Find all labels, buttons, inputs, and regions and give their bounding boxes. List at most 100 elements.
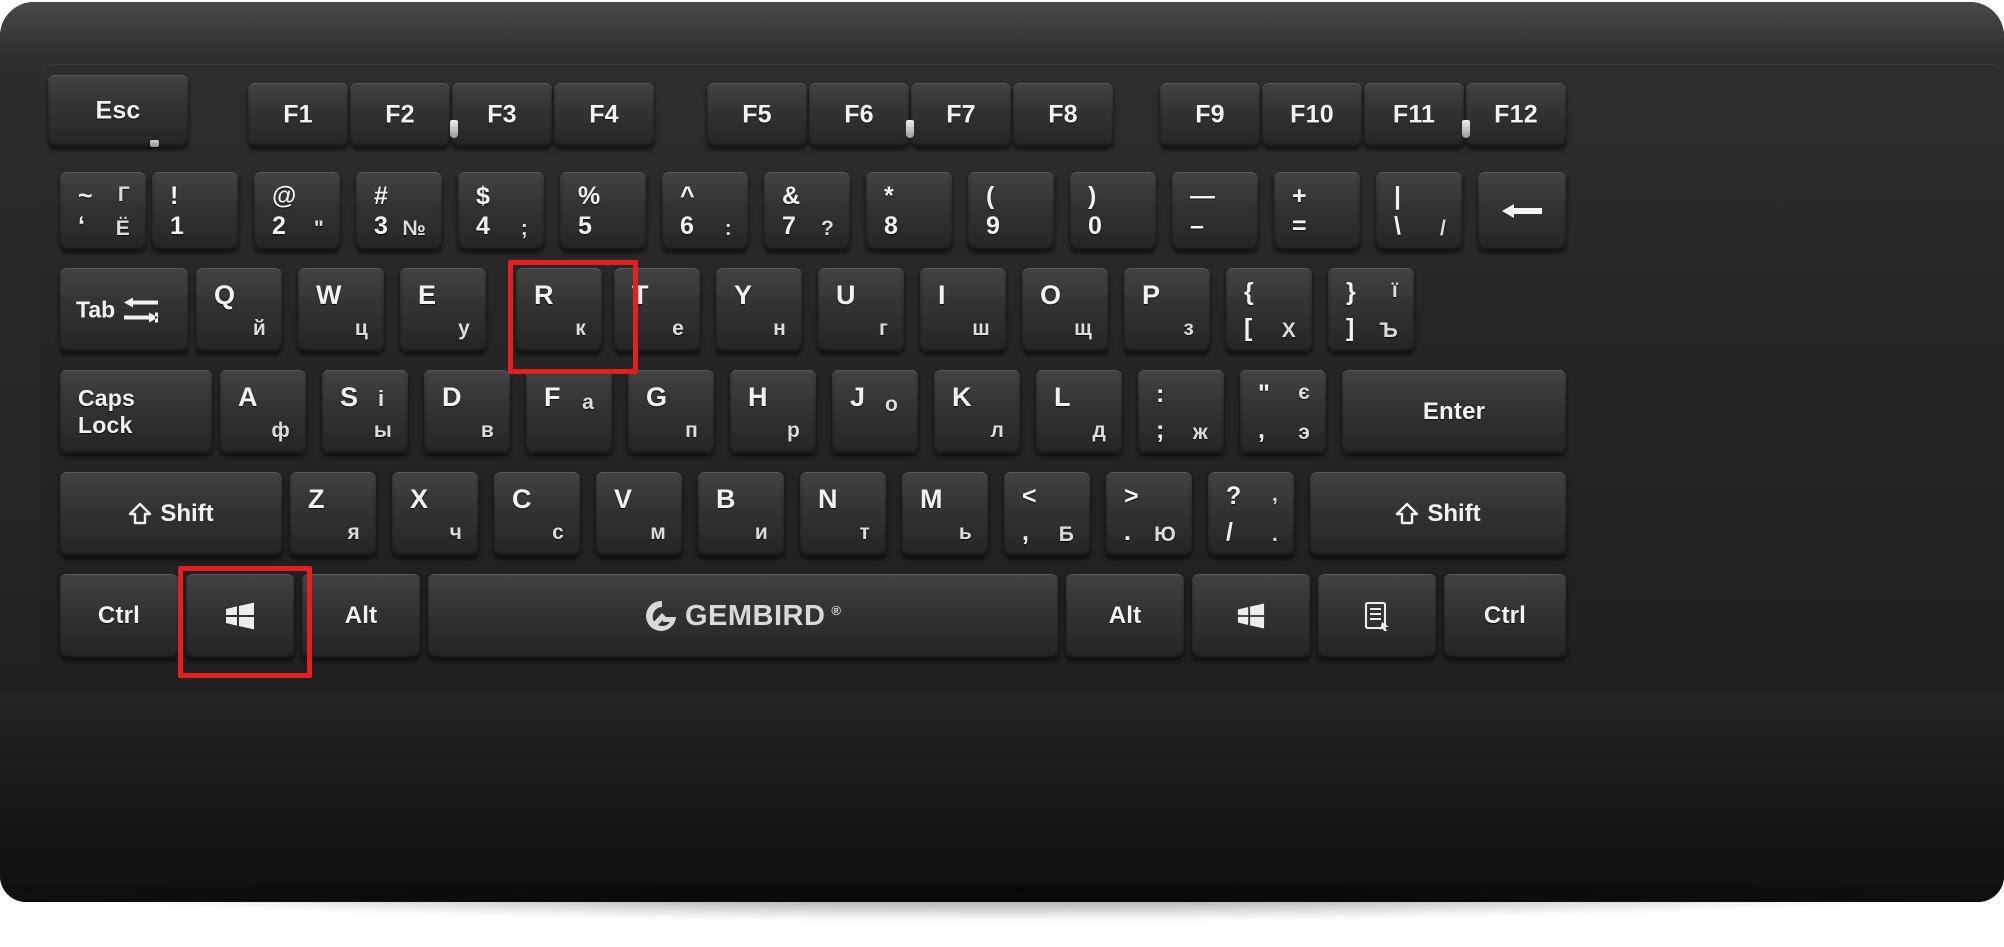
key-quote-cyrillic: э	[1298, 421, 1310, 444]
key-a[interactable]: A ф	[220, 370, 306, 454]
key-bracket-left[interactable]: { [ Х	[1226, 268, 1312, 352]
key-alt-left[interactable]: Alt	[302, 574, 420, 658]
key-digit-3-shift: #	[374, 182, 389, 210]
key-alt-left-label: Alt	[344, 602, 378, 629]
key-z[interactable]: Z я	[290, 472, 376, 556]
key-slash[interactable]: ? , / .	[1208, 472, 1294, 556]
key-alt-right[interactable]: Alt	[1066, 574, 1184, 658]
key-x[interactable]: X ч	[392, 472, 478, 556]
key-h[interactable]: H р	[730, 370, 816, 454]
key-c[interactable]: C с	[494, 472, 580, 556]
key-b[interactable]: B и	[698, 472, 784, 556]
key-k[interactable]: K л	[934, 370, 1020, 454]
key-d[interactable]: D в	[424, 370, 510, 454]
key-esc[interactable]: Esc	[48, 75, 188, 147]
key-u-latin: U	[836, 280, 856, 310]
key-f5[interactable]: F5	[707, 83, 807, 147]
key-y[interactable]: Y н	[716, 268, 802, 352]
key-w[interactable]: W ц	[298, 268, 384, 352]
chassis-bottom-lip	[0, 692, 2004, 902]
key-e[interactable]: E у	[400, 268, 486, 352]
key-i-latin: I	[938, 280, 946, 310]
key-space[interactable]: GEMBIRD ®	[428, 574, 1058, 658]
key-l-latin: L	[1054, 382, 1071, 412]
key-backslash[interactable]: | \ /	[1376, 172, 1462, 250]
key-minus[interactable]: — –	[1172, 172, 1258, 250]
key-quote[interactable]: " є , э	[1240, 370, 1326, 454]
key-shift-right[interactable]: Shift	[1310, 472, 1566, 556]
key-digit-7[interactable]: & 7 ?	[764, 172, 850, 250]
key-digit-7-base: 7	[782, 212, 797, 240]
key-f3[interactable]: F3	[452, 83, 552, 147]
key-digit-6[interactable]: ^ 6 :	[662, 172, 748, 250]
key-g[interactable]: G п	[628, 370, 714, 454]
key-m[interactable]: M ь	[902, 472, 988, 556]
key-f1[interactable]: F1	[248, 83, 348, 147]
key-win-left[interactable]	[186, 574, 294, 658]
key-backquote[interactable]: ~ Г ‘ Ё	[60, 172, 146, 250]
key-i[interactable]: I ш	[920, 268, 1006, 352]
key-digit-4[interactable]: $ 4 ;	[458, 172, 544, 250]
key-r[interactable]: R к	[516, 268, 602, 352]
key-period[interactable]: > . Ю	[1106, 472, 1192, 556]
key-backslash-base: \	[1394, 212, 1402, 240]
key-digit-3[interactable]: # 3 №	[356, 172, 442, 250]
key-j-latin: J	[850, 382, 866, 412]
key-j[interactable]: J о	[832, 370, 918, 454]
key-q[interactable]: Q й	[196, 268, 282, 352]
key-digit-4-shift: $	[476, 182, 491, 210]
key-digit-1[interactable]: ! 1	[152, 172, 238, 250]
key-f10[interactable]: F10	[1262, 83, 1362, 147]
key-digit-0[interactable]: ) 0	[1070, 172, 1156, 250]
key-win-right[interactable]	[1192, 574, 1310, 658]
key-f6[interactable]: F6	[809, 83, 909, 147]
key-f7[interactable]: F7	[911, 83, 1011, 147]
key-ctrl-right[interactable]: Ctrl	[1444, 574, 1566, 658]
key-ctrl-left[interactable]: Ctrl	[60, 574, 178, 658]
key-f2[interactable]: F2	[350, 83, 450, 147]
key-caps-lock[interactable]: Caps Lock	[60, 370, 212, 454]
key-equal[interactable]: + =	[1274, 172, 1360, 250]
key-f4[interactable]: F4	[554, 83, 654, 147]
key-f8[interactable]: F8	[1013, 83, 1113, 147]
key-y-cyrillic: н	[773, 317, 786, 340]
key-comma[interactable]: < , Б	[1004, 472, 1090, 556]
key-u[interactable]: U г	[818, 268, 904, 352]
key-f[interactable]: F а	[526, 370, 612, 454]
key-semicolon[interactable]: : ; ж	[1138, 370, 1224, 454]
key-o[interactable]: O щ	[1022, 268, 1108, 352]
key-ctrl-right-label: Ctrl	[1483, 602, 1527, 629]
key-n[interactable]: N т	[800, 472, 886, 556]
key-digit-5-base: 5	[578, 212, 593, 240]
key-g-cyrillic: п	[685, 419, 698, 442]
key-f12[interactable]: F12	[1466, 83, 1566, 147]
key-shift-left[interactable]: Shift	[60, 472, 282, 556]
key-v[interactable]: V м	[596, 472, 682, 556]
key-bracket-right[interactable]: } ї ] Ъ	[1328, 268, 1414, 352]
key-s[interactable]: S i ы	[322, 370, 408, 454]
key-t[interactable]: T е	[614, 268, 700, 352]
key-ctrl-left-label: Ctrl	[97, 602, 141, 629]
key-q-cyrillic: й	[252, 317, 266, 340]
key-f6-label: F6	[844, 100, 874, 129]
key-h-latin: H	[748, 382, 768, 412]
key-digit-0-base: 0	[1088, 212, 1103, 240]
key-f11[interactable]: F11	[1364, 83, 1464, 147]
key-digit-9[interactable]: ( 9	[968, 172, 1054, 250]
key-semicolon-base: ;	[1156, 416, 1165, 444]
key-l[interactable]: L д	[1036, 370, 1122, 454]
key-menu[interactable]	[1318, 574, 1436, 658]
key-semicolon-shift: :	[1156, 380, 1165, 408]
key-tab-label: Tab	[76, 296, 116, 323]
key-digit-5[interactable]: % 5	[560, 172, 646, 250]
key-enter[interactable]: Enter	[1342, 370, 1566, 454]
key-p[interactable]: P з	[1124, 268, 1210, 352]
key-digit-2[interactable]: @ 2 "	[254, 172, 340, 250]
key-tab[interactable]: Tab	[60, 268, 188, 352]
key-digit-8[interactable]: * 8	[866, 172, 952, 250]
key-y-latin: Y	[734, 280, 753, 310]
key-f9[interactable]: F9	[1160, 83, 1260, 147]
key-tab-label-group: Tab	[76, 296, 159, 324]
key-f11-label: F11	[1392, 100, 1436, 129]
key-backspace[interactable]	[1478, 172, 1566, 250]
